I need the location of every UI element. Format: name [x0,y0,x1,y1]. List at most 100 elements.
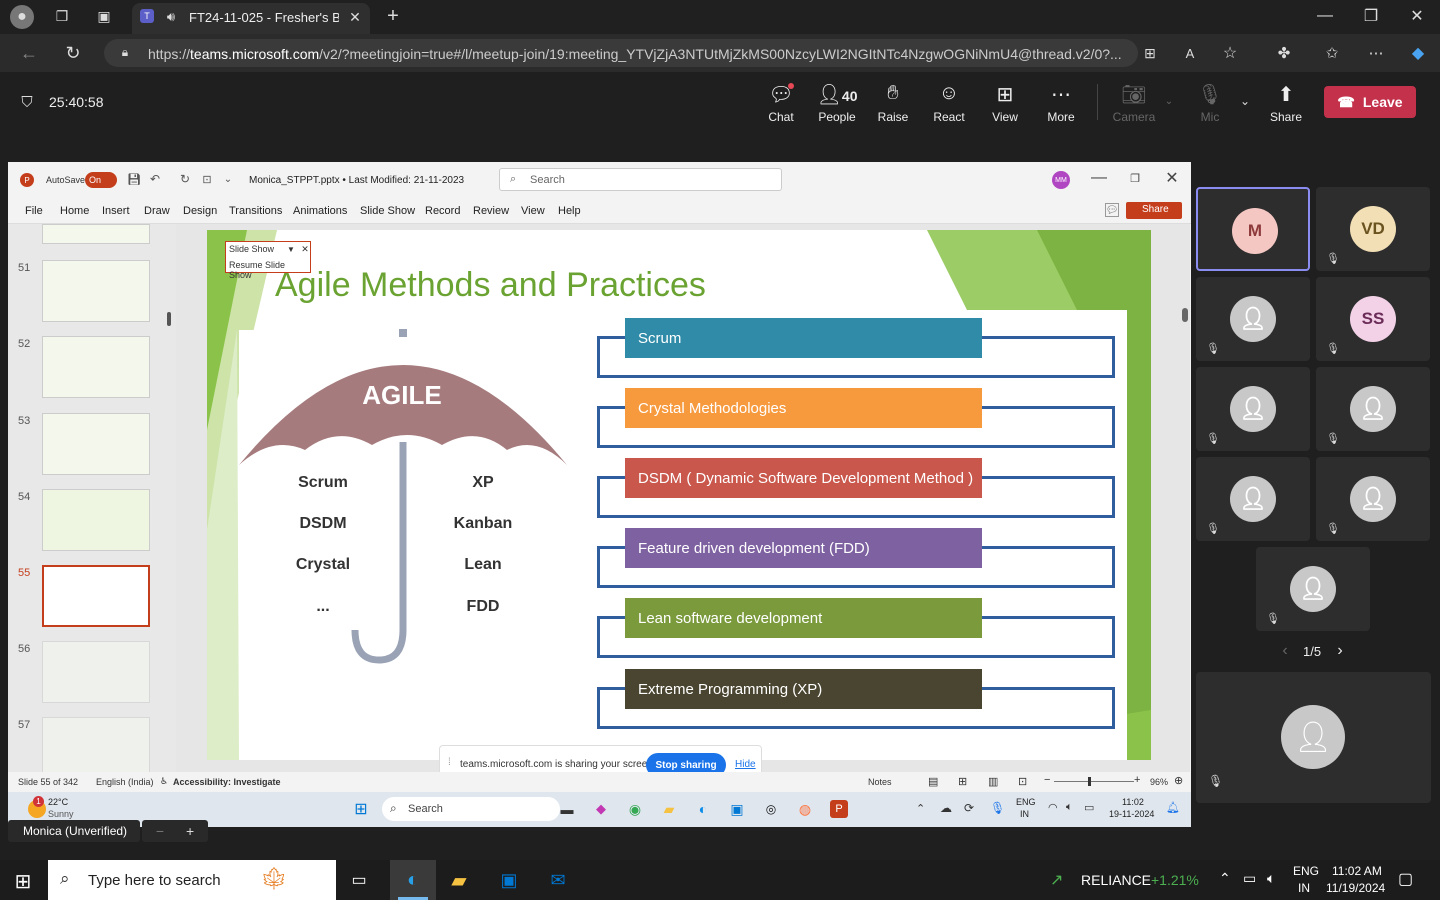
undo-icon[interactable]: ↶ [148,172,162,186]
inner-notification-icon[interactable]: 🔔︎ [1166,801,1180,814]
slide-scroll-thumb[interactable] [1182,308,1188,322]
ms-store-icon[interactable]: ▣ [497,868,521,892]
settings-more-icon[interactable]: ⋯ [1366,44,1386,62]
slide-thumb-57[interactable] [42,717,150,779]
ppt-menu-animations[interactable]: Animations [293,205,347,217]
profile-icon[interactable]: ● [10,5,34,29]
gallery-prev-icon[interactable]: ‹ [1278,642,1292,659]
inner-copilot-icon[interactable]: ◆ [592,800,610,818]
drag-handle-icon[interactable]: ⁞ [448,757,451,768]
gallery-next-icon[interactable]: › [1333,642,1347,659]
redo-icon[interactable]: ↻ [178,172,192,186]
minimize-icon[interactable]: — [1316,7,1334,25]
inner-mic-icon[interactable]: 🎙︎ [990,801,1005,815]
slide-thumb-53[interactable] [42,413,150,475]
inner-volume-icon[interactable]: 🔈︎ [1066,801,1073,814]
zoom-out-shared-icon[interactable]: − [156,823,164,839]
read-aloud-icon[interactable]: A [1180,44,1200,62]
refresh-icon[interactable]: ↻ [62,42,84,64]
tab-actions-icon[interactable]: ▣ [94,6,114,26]
ppt-menu-slide-show[interactable]: Slide Show [360,205,415,217]
ppt-share-button[interactable]: Share [1126,202,1182,219]
lang-indicator-2[interactable]: IN [1298,881,1310,895]
ppt-menu-design[interactable]: Design [183,205,217,217]
edge-taskbar-app[interactable]: ◐ [390,860,436,900]
mic-button[interactable]: 🎙︎ Mic [1182,82,1238,124]
stock-change[interactable]: +1.21% [1151,872,1199,888]
ppt-search-box[interactable]: ⌕ Search [499,168,782,191]
participant-tile[interactable]: 👤︎ 🎙︎ [1316,367,1430,451]
raise-hand-button[interactable]: ✋︎ Raise [865,82,921,124]
people-button[interactable]: 👤︎40 People [809,82,865,124]
mic-options-chevron-icon[interactable]: ⌄ [1238,94,1252,108]
zoom-in-icon[interactable]: + [1134,774,1140,786]
participant-tile[interactable]: 👤︎ 🎙︎ [1316,457,1430,541]
extensions-icon[interactable]: ✤ [1274,44,1294,62]
camera-button[interactable]: 📷︎ Camera [1106,82,1162,124]
slideshow-view-icon[interactable]: ⊡ [1018,775,1027,788]
present-icon[interactable]: ⊡ [200,172,214,186]
resume-slideshow-link[interactable]: Resume Slide Show [229,260,310,280]
more-button[interactable]: ⋯ More [1033,82,1089,124]
slide-thumb-51[interactable] [42,260,150,322]
ppt-menu-insert[interactable]: Insert [102,205,130,217]
zoom-slider[interactable] [1054,781,1134,782]
share-button[interactable]: ⬆︎ Share [1258,82,1314,124]
participant-tile[interactable]: SS 🎙︎ [1316,277,1430,361]
windows-start-icon[interactable]: ⊞ [12,870,34,893]
slide-thumb-56[interactable] [42,641,150,703]
normal-view-icon[interactable]: ▤ [928,775,938,788]
restore-icon[interactable]: ❐ [1362,7,1380,25]
inner-wifi-icon[interactable]: ◠ [1048,801,1058,814]
taskbar-search-box[interactable]: ⌕ Type here to search 🍁︎ [48,860,336,900]
ppt-menu-transitions[interactable]: Transitions [229,205,282,217]
clock-date[interactable]: 11/19/2024 [1326,881,1385,895]
app-available-icon[interactable]: ⊞ [1140,44,1160,62]
participant-tile[interactable]: 👤︎ 🎙︎ [1196,277,1310,361]
ppt-minimize-icon[interactable]: — [1091,169,1107,186]
zoom-slider-thumb[interactable] [1088,777,1091,786]
ppt-menu-home[interactable]: Home [60,205,89,217]
new-tab-icon[interactable]: + [382,5,404,27]
ppt-menu-record[interactable]: Record [425,205,460,217]
stock-name[interactable]: RELIANCE [1081,872,1151,888]
participant-tile[interactable]: 👤︎ 🎙︎ [1196,457,1310,541]
reading-view-icon[interactable]: ▥ [988,775,998,788]
inner-battery-icon[interactable]: ▭ [1084,801,1094,814]
customize-qat-icon[interactable]: ⌄ [222,172,234,186]
inner-onedrive-icon[interactable]: ☁︎ [940,801,952,815]
ppt-close-icon[interactable]: ✕ [1165,170,1179,187]
ppt-menu-file[interactable]: File [25,205,43,217]
participant-tile[interactable]: M [1196,187,1310,271]
inner-explorer-icon[interactable]: ▰ [660,800,678,818]
inner-firefox-icon[interactable]: ◍ [796,800,814,818]
slide-scrollbar[interactable] [1180,224,1190,772]
clock-time[interactable]: 11:02 AM [1332,864,1382,878]
copilot-icon[interactable]: ◆ [1406,42,1430,64]
zoom-out-icon[interactable]: − [1044,774,1050,786]
back-icon[interactable]: ← [18,42,40,64]
close-tab-icon[interactable]: ✕ [346,8,364,26]
leave-button[interactable]: ☎︎ Leave [1324,86,1416,118]
ppt-menu-review[interactable]: Review [473,205,509,217]
speaker-icon[interactable]: 🔊︎ [162,8,180,26]
slideshow-dropdown-icon[interactable]: ▼ [286,244,296,254]
language-status[interactable]: English (India) [96,777,154,787]
inner-tray-chevron-icon[interactable]: ⌃ [916,802,925,815]
thumb-scrollbar[interactable] [167,312,171,326]
inner-lang-2[interactable]: IN [1020,809,1029,819]
ppt-menu-view[interactable]: View [521,205,545,217]
favorite-star-icon[interactable]: ☆ [1220,44,1240,62]
inner-start-icon[interactable]: ⊞ [352,800,370,818]
lock-icon[interactable]: 🔒︎ [118,45,132,59]
inner-sync-icon[interactable]: ⟳ [964,801,974,815]
comments-icon[interactable]: 💬︎ [1105,203,1119,217]
zoom-in-shared-icon[interactable]: + [186,823,194,839]
inner-powerpoint-icon[interactable]: P [830,800,848,818]
save-icon[interactable]: 💾︎ [127,172,141,186]
self-view-tile[interactable]: 👤︎ 🎙︎ [1196,672,1431,803]
ppt-menu-help[interactable]: Help [558,205,581,217]
react-button[interactable]: ☺ React [921,82,977,124]
tray-chevron-icon[interactable]: ⌃ [1219,870,1231,887]
participant-tile[interactable]: 👤︎ 🎙︎ [1196,367,1310,451]
